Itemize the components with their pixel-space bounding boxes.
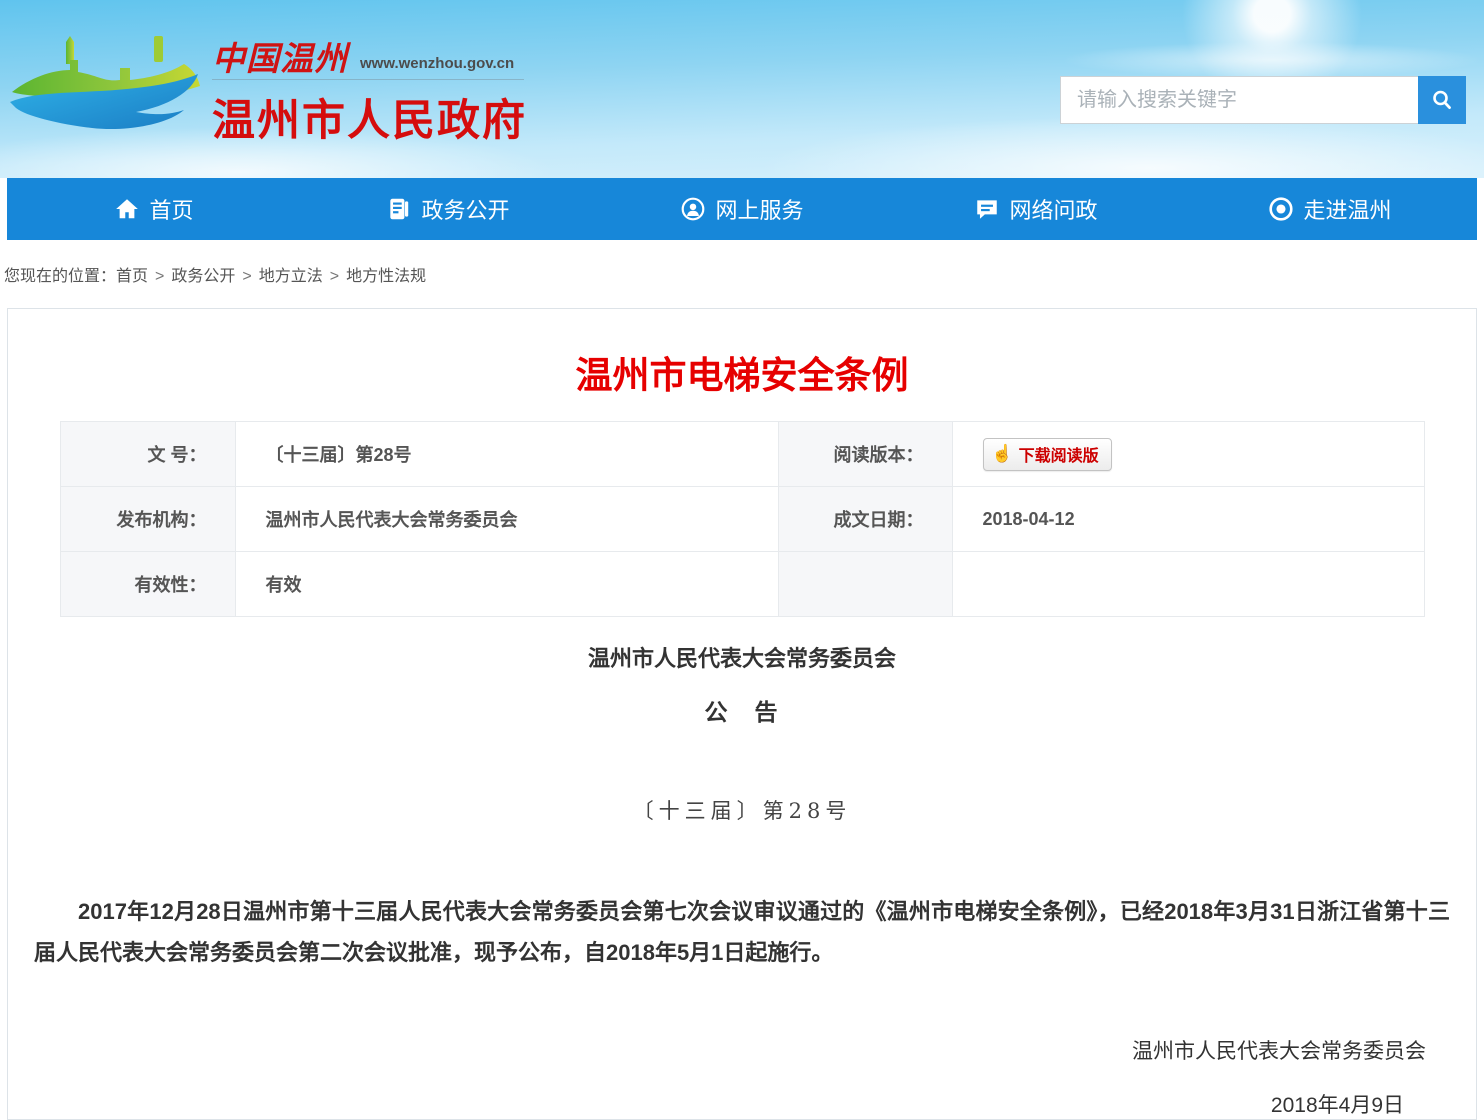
issue-date-label: 成文日期： — [778, 487, 952, 552]
org-heading: 温州市人民代表大会常务委员会 — [8, 641, 1476, 673]
table-row: 有效性： 有效 — [60, 552, 1424, 617]
search-input[interactable] — [1060, 76, 1418, 124]
doc-number-value: 〔十三届〕第28号 — [235, 422, 778, 487]
breadcrumb-separator: > — [155, 268, 164, 285]
breadcrumb-separator: > — [330, 268, 339, 285]
site-title: 温州市人民政府 — [212, 86, 527, 148]
main-nav: 首页 政务公开 网上服务 — [7, 178, 1477, 240]
issuing-body-value: 温州市人民代表大会常务委员会 — [235, 487, 778, 552]
validity-value: 有效 — [235, 552, 778, 617]
nav-item-label: 网上服务 — [715, 193, 803, 225]
issuing-body-label: 发布机构： — [60, 487, 235, 552]
nav-item-label: 首页 — [149, 193, 193, 225]
doc-number-line: 〔十三届〕第28号 — [8, 795, 1476, 825]
nav-item-label: 政务公开 — [421, 193, 509, 225]
site-logo[interactable]: 中国温州 www.wenzhou.gov.cn 温州市人民政府 — [8, 30, 527, 148]
search-button[interactable] — [1418, 76, 1466, 124]
site-header: 中国温州 www.wenzhou.gov.cn 温州市人民政府 — [0, 0, 1484, 178]
signature-date: 2018年4月9日 — [8, 1089, 1476, 1119]
breadcrumb-prefix: 您现在的位置： — [4, 268, 116, 285]
search-box — [1060, 76, 1466, 124]
nav-item-online-service[interactable]: 网上服务 — [595, 178, 889, 240]
breadcrumb-link-local-legislation[interactable]: 地方立法 — [259, 268, 323, 285]
empty-value-cell — [952, 552, 1424, 617]
brand-calligraphy: 中国温州 — [212, 42, 348, 75]
breadcrumb-link-gov-affairs[interactable]: 政务公开 — [171, 268, 235, 285]
validity-label: 有效性： — [60, 552, 235, 617]
breadcrumb-link-home[interactable]: 首页 — [116, 268, 148, 285]
pointing-hand-icon: ☝ — [992, 444, 1013, 464]
chat-icon — [974, 196, 1000, 222]
nav-item-label: 走进温州 — [1303, 193, 1391, 225]
read-version-label: 阅读版本： — [778, 422, 952, 487]
download-button-label: 下载阅读版 — [1019, 442, 1099, 466]
nav-item-home[interactable]: 首页 — [7, 178, 301, 240]
breadcrumb: 您现在的位置：首页 > 政务公开 > 地方立法 > 地方性法规 — [0, 240, 1484, 308]
document-meta-table: 文 号： 〔十三届〕第28号 阅读版本： ☝ 下载阅读版 发布机构： 温州市人民代… — [60, 421, 1425, 617]
issue-date-value: 2018-04-12 — [952, 487, 1424, 552]
page-title: 温州市电梯安全条例 — [8, 345, 1476, 399]
breadcrumb-link-local-regulations[interactable]: 地方性法规 — [346, 268, 426, 285]
announcement-heading: 公 告 — [8, 693, 1476, 727]
nav-item-label: 网络问政 — [1009, 193, 1097, 225]
doc-number-label: 文 号： — [60, 422, 235, 487]
table-row: 文 号： 〔十三届〕第28号 阅读版本： ☝ 下载阅读版 — [60, 422, 1424, 487]
breadcrumb-separator: > — [242, 268, 251, 285]
wenzhou-landscape-logo-icon — [8, 30, 204, 142]
nav-item-online-politics[interactable]: 网络问政 — [889, 178, 1183, 240]
nav-item-discover-wenzhou[interactable]: 走进温州 — [1183, 178, 1477, 240]
nav-item-gov-affairs[interactable]: 政务公开 — [301, 178, 595, 240]
website-url: www.wenzhou.gov.cn — [360, 55, 514, 75]
home-icon — [114, 196, 140, 222]
article-container: 温州市电梯安全条例 文 号： 〔十三届〕第28号 阅读版本： ☝ 下载阅读版 发布… — [7, 308, 1477, 1120]
signature: 温州市人民代表大会常务委员会 — [8, 1035, 1476, 1065]
online-service-icon — [680, 196, 706, 222]
table-row: 发布机构： 温州市人民代表大会常务委员会 成文日期： 2018-04-12 — [60, 487, 1424, 552]
target-icon — [1268, 196, 1294, 222]
read-version-cell: ☝ 下载阅读版 — [952, 422, 1424, 487]
empty-label-cell — [778, 552, 952, 617]
announcement-paragraph: 2017年12月28日温州市第十三届人民代表大会常务委员会第七次会议审议通过的《… — [34, 891, 1450, 973]
search-icon — [1430, 88, 1454, 112]
download-read-version-button[interactable]: ☝ 下载阅读版 — [983, 438, 1112, 471]
document-icon — [386, 196, 412, 222]
